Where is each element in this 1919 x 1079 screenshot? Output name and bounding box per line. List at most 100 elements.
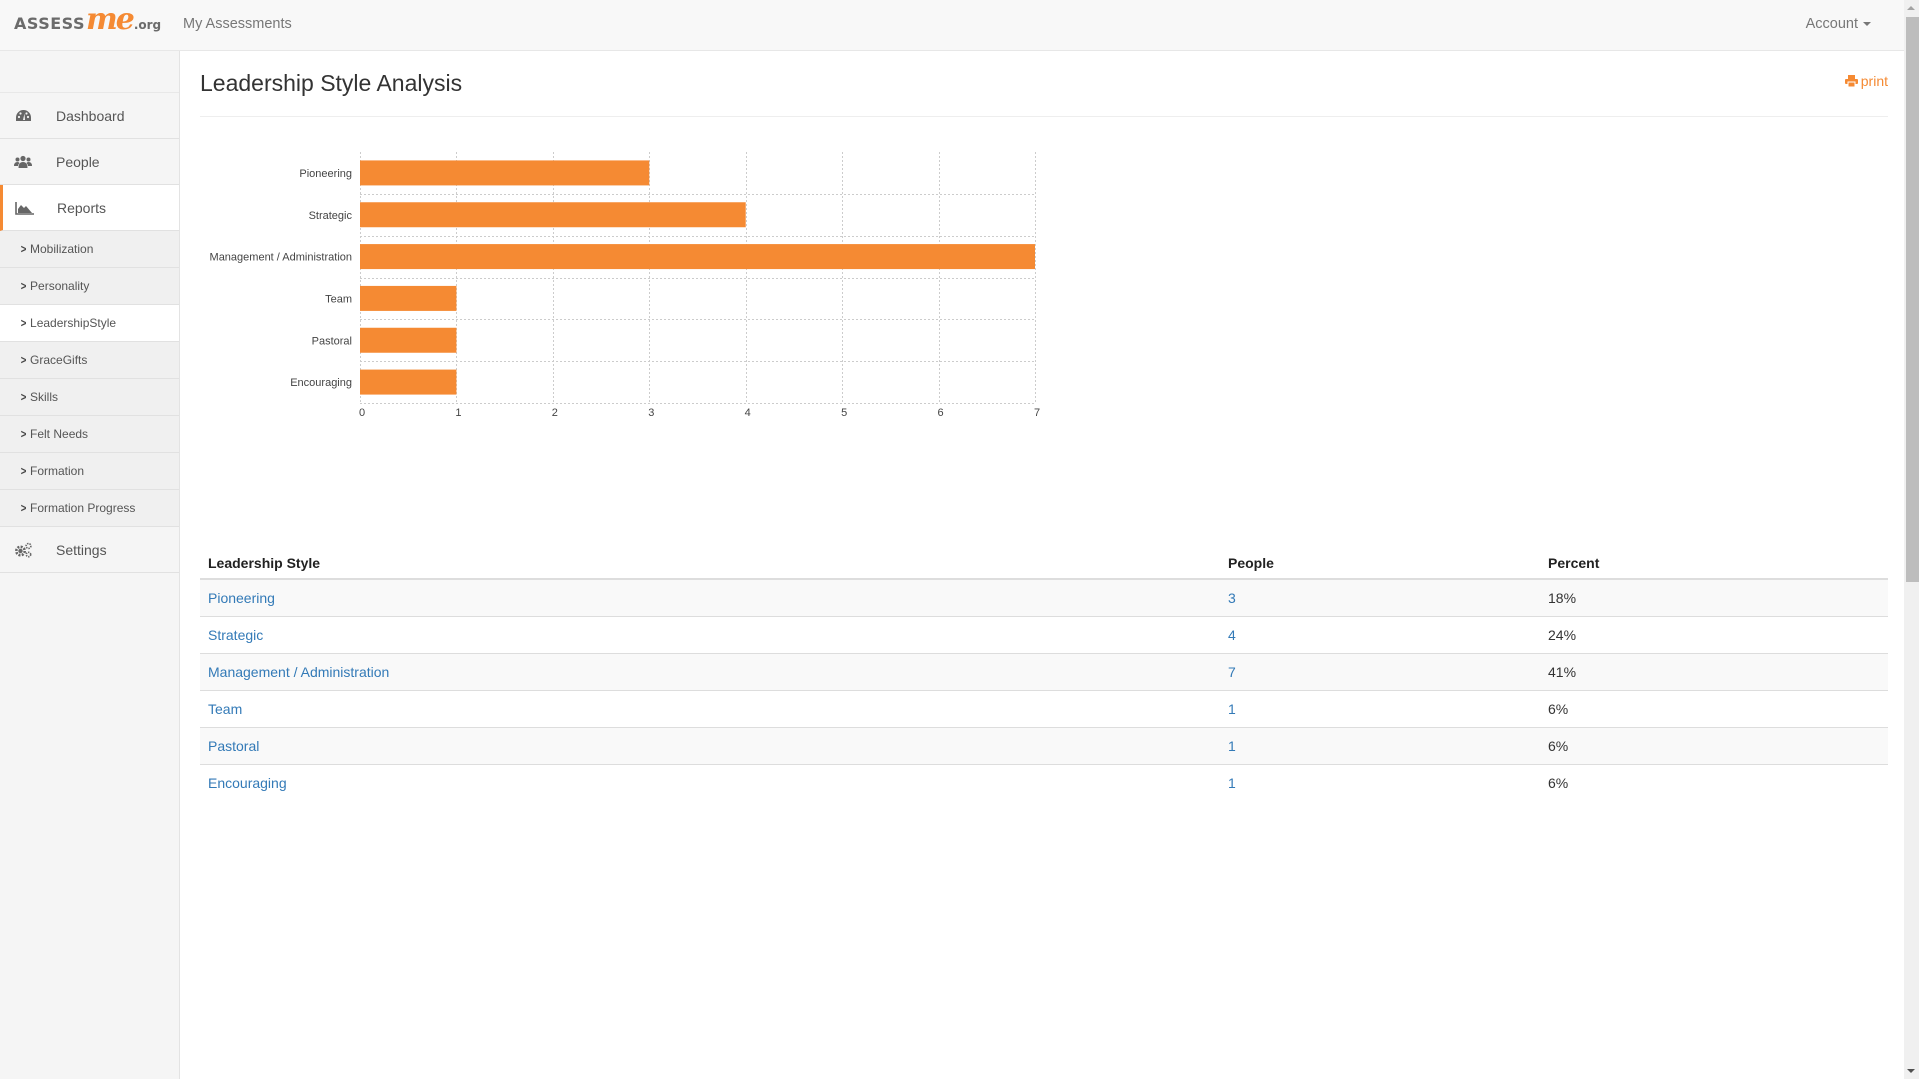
top-navbar: ASSESS me .org My Assessments Account: [0, 0, 1904, 51]
style-link[interactable]: Pioneering: [208, 590, 275, 606]
sidebar-subitem-personality[interactable]: > Personality: [0, 268, 179, 305]
table-row: Pastoral 1 6%: [200, 727, 1888, 765]
sidebar-item-label: People: [56, 153, 100, 170]
category-label: Pioneering: [299, 168, 352, 180]
bar-encouraging: [360, 369, 457, 395]
header-people: People: [1220, 548, 1540, 580]
page-title: Leadership Style Analysis: [200, 70, 463, 96]
sidebar-item-label: Dashboard: [56, 107, 125, 124]
sidebar-subitem-formation-progress[interactable]: > Formation Progress: [0, 490, 179, 527]
chevron-right-icon: >: [20, 390, 27, 404]
brand-text-me: me: [85, 2, 135, 37]
sidebar-subitem-label: Personality: [30, 279, 90, 293]
people-count-link[interactable]: 7: [1228, 664, 1236, 680]
account-dropdown[interactable]: Account: [1806, 16, 1871, 32]
cell-percent: 24%: [1540, 616, 1888, 654]
cell-style: Strategic: [200, 616, 1220, 654]
print-icon: [1844, 75, 1858, 87]
brand-logo[interactable]: ASSESS me .org: [14, 2, 161, 40]
sidebar-item-label: Settings: [56, 541, 107, 558]
table-row: Team 1 6%: [200, 690, 1888, 728]
sidebar-subitem-label: GraceGifts: [30, 353, 88, 367]
cell-percent: 41%: [1540, 653, 1888, 691]
style-link[interactable]: Pastoral: [208, 738, 259, 754]
leadership-style-table: Leadership Style People Percent Pioneeri…: [200, 548, 1888, 801]
sidebar-subitem-label: Felt Needs: [30, 427, 89, 441]
sidebar-subitem-gracegifts[interactable]: > GraceGifts: [0, 342, 179, 379]
cogs-icon: [12, 542, 34, 558]
sidebar-subitem-label: Formation: [30, 464, 85, 478]
sidebar-item-people[interactable]: People: [0, 139, 179, 185]
style-link[interactable]: Strategic: [208, 627, 263, 643]
people-count-link[interactable]: 3: [1228, 590, 1236, 606]
people-count-link[interactable]: 1: [1228, 775, 1236, 791]
sidebar-subitem-leadershipstyle[interactable]: > LeadershipStyle: [0, 305, 179, 342]
sidebar-subitem-formation[interactable]: > Formation: [0, 453, 179, 490]
x-tick-label: 6: [938, 407, 944, 419]
leadership-style-chart: Pioneering Strategic Management / Administ…: [195, 140, 1075, 430]
title-divider: [200, 116, 1888, 117]
sidebar-subitem-skills[interactable]: > Skills: [0, 379, 179, 416]
bar-strategic: [360, 202, 746, 228]
bar-pioneering: [360, 160, 650, 186]
category-label: Pastoral: [312, 335, 352, 347]
sidebar-spacer: [0, 51, 179, 93]
sidebar: Dashboard People Reports > Mobilization >…: [0, 51, 180, 1079]
x-tick-label: 0: [359, 407, 365, 419]
scroll-down-arrow-icon[interactable]: [1907, 1069, 1915, 1073]
chevron-right-icon: >: [20, 279, 27, 293]
table-row: Encouraging 1 6%: [200, 764, 1888, 801]
cell-style: Encouraging: [200, 764, 1220, 801]
cell-style: Team: [200, 690, 1220, 728]
style-link[interactable]: Team: [208, 701, 242, 717]
cell-percent: 18%: [1540, 579, 1888, 617]
sidebar-item-reports[interactable]: Reports: [0, 185, 179, 231]
bar-chart-svg: Pioneering Strategic Management / Administ…: [210, 152, 1040, 419]
area-chart-icon: [13, 200, 35, 216]
sidebar-subitem-label: LeadershipStyle: [30, 316, 117, 330]
sidebar-subitem-mobilization[interactable]: > Mobilization: [0, 231, 179, 268]
table-row: Pioneering 3 18%: [200, 579, 1888, 617]
x-tick-label: 4: [745, 407, 751, 419]
bar-pastoral: [360, 327, 457, 353]
table-header-row: Leadership Style People Percent: [200, 548, 1888, 580]
print-button[interactable]: print: [1844, 73, 1888, 89]
sidebar-item-dashboard[interactable]: Dashboard: [0, 93, 179, 139]
cell-people: 4: [1220, 616, 1540, 654]
style-link[interactable]: Encouraging: [208, 775, 287, 791]
bar-management-administration: [360, 244, 1035, 270]
x-tick-label: 5: [841, 407, 847, 419]
x-tick-label: 2: [552, 407, 558, 419]
sidebar-item-settings[interactable]: Settings: [0, 527, 179, 573]
people-count-link[interactable]: 4: [1228, 627, 1236, 643]
header-leadership-style: Leadership Style: [200, 548, 1220, 580]
sidebar-subitem-felt-needs[interactable]: > Felt Needs: [0, 416, 179, 453]
table-row: Strategic 4 24%: [200, 616, 1888, 654]
sidebar-subitem-label: Mobilization: [30, 242, 94, 256]
people-count-link[interactable]: 1: [1228, 701, 1236, 717]
scroll-up-arrow-icon[interactable]: [1907, 6, 1915, 10]
category-label: Management / Administration: [210, 252, 352, 264]
people-count-link[interactable]: 1: [1228, 738, 1236, 754]
print-label: print: [1860, 73, 1888, 89]
sidebar-subitem-label: Skills: [30, 390, 59, 404]
bar-team: [360, 285, 457, 311]
chevron-right-icon: >: [20, 242, 27, 256]
cell-people: 3: [1220, 579, 1540, 617]
category-label: Encouraging: [290, 377, 352, 389]
brand-text-assess: ASSESS: [14, 14, 85, 33]
my-assessments-link[interactable]: My Assessments: [183, 16, 292, 32]
sidebar-item-label: Reports: [57, 199, 107, 216]
vertical-scrollbar[interactable]: [1904, 0, 1919, 1079]
cell-people: 1: [1220, 764, 1540, 801]
style-link[interactable]: Management / Administration: [208, 664, 389, 680]
cell-people: 1: [1220, 727, 1540, 765]
category-label: Strategic: [309, 210, 353, 222]
account-label: Account: [1805, 16, 1858, 32]
scrollbar-thumb[interactable]: [1906, 17, 1919, 582]
chevron-right-icon: >: [20, 427, 27, 441]
x-tick-label: 3: [648, 407, 654, 419]
header-percent: Percent: [1540, 548, 1888, 580]
caret-down-icon: [1863, 22, 1871, 27]
cell-percent: 6%: [1540, 690, 1888, 728]
